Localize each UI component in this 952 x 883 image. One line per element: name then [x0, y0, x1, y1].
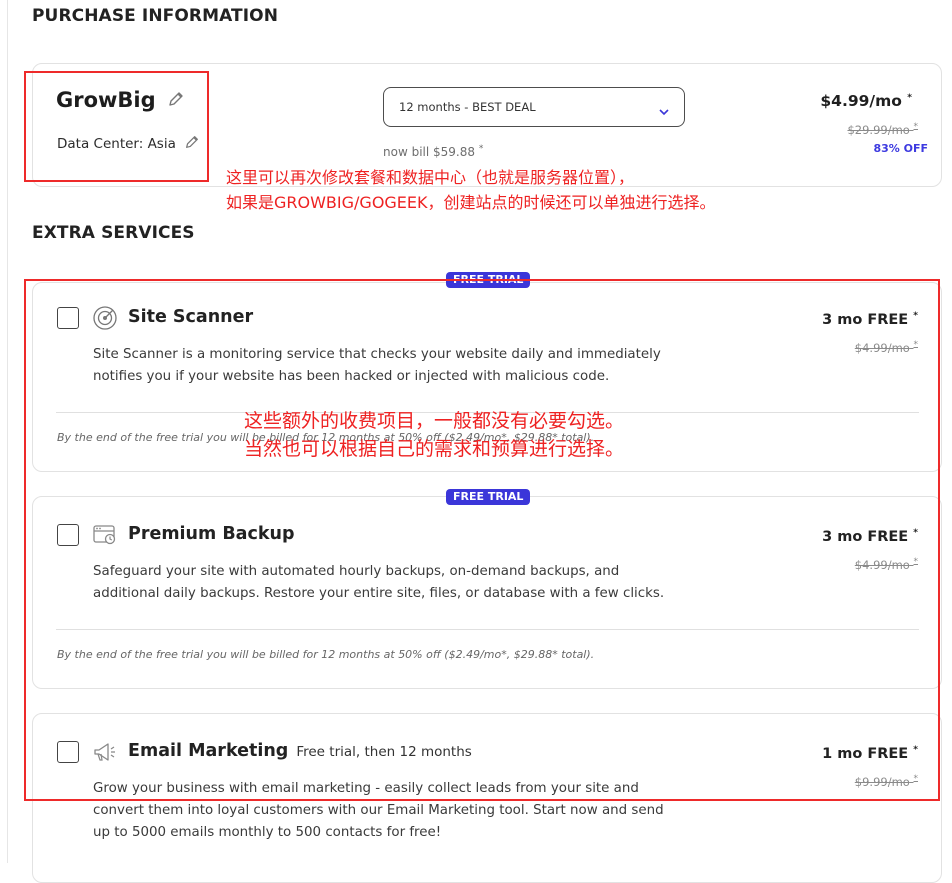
now-bill: now bill $59.88 *	[383, 144, 484, 159]
purchase-section-title: PURCHASE INFORMATION	[32, 6, 279, 26]
plan-price: $4.99/mo *	[820, 92, 912, 110]
extra-section-title: EXTRA SERVICES	[32, 223, 195, 243]
annotation-note-extras-line1: 这些额外的收费项目，一般都没有必要勾选。	[244, 410, 625, 432]
annotation-note-extras: 这些额外的收费项目，一般都没有必要勾选。 当然也可以根据自己的需求和预算进行选择…	[244, 407, 624, 463]
period-select[interactable]: 12 months - BEST DEAL	[383, 87, 685, 127]
discount-label: 83% OFF	[873, 142, 928, 155]
annotation-note-plan-line2: 如果是GROWBIG/GOGEEK，创建站点的时候还可以单独进行选择。	[226, 193, 716, 212]
chevron-down-icon	[658, 102, 670, 121]
annotation-box-plan	[24, 71, 209, 182]
annotation-note-plan-line1: 这里可以再次修改套餐和数据中心（也就是服务器位置），	[226, 168, 635, 187]
left-border	[7, 0, 8, 863]
period-select-value: 12 months - BEST DEAL	[399, 100, 536, 114]
annotation-note-extras-line2: 当然也可以根据自己的需求和预算进行选择。	[244, 438, 625, 460]
plan-old-price: $29.99/mo *	[847, 122, 918, 137]
annotation-note-plan: 这里可以再次修改套餐和数据中心（也就是服务器位置）， 如果是GROWBIG/GO…	[226, 165, 716, 215]
annotation-box-extras	[24, 279, 940, 801]
